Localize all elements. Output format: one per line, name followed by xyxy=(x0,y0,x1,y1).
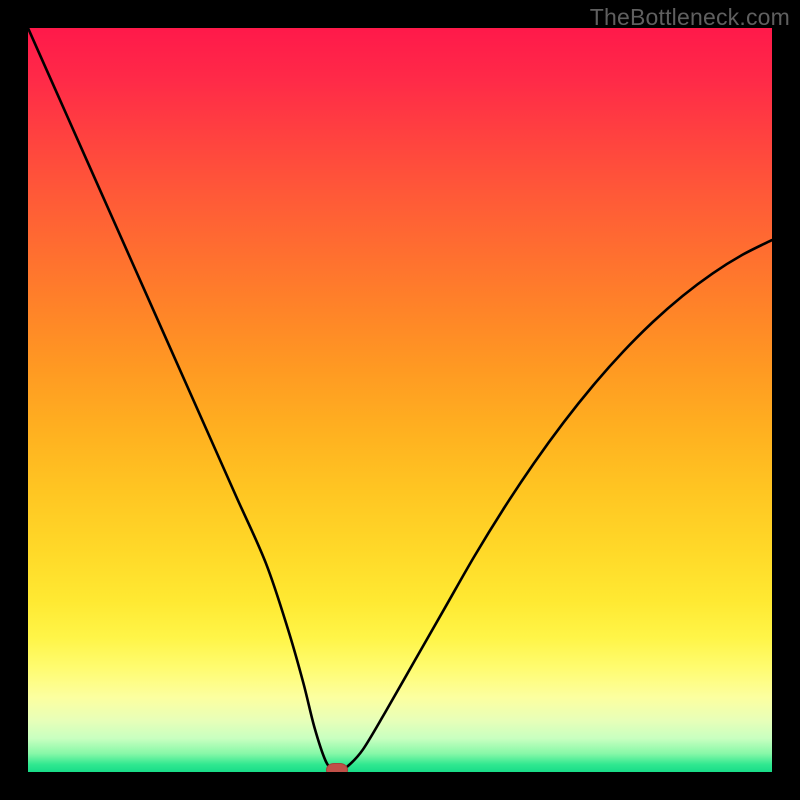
chart-frame: TheBottleneck.com xyxy=(0,0,800,800)
optimum-marker xyxy=(326,763,348,772)
plot-area xyxy=(28,28,772,772)
watermark-text: TheBottleneck.com xyxy=(590,4,790,31)
bottleneck-curve xyxy=(28,28,772,772)
